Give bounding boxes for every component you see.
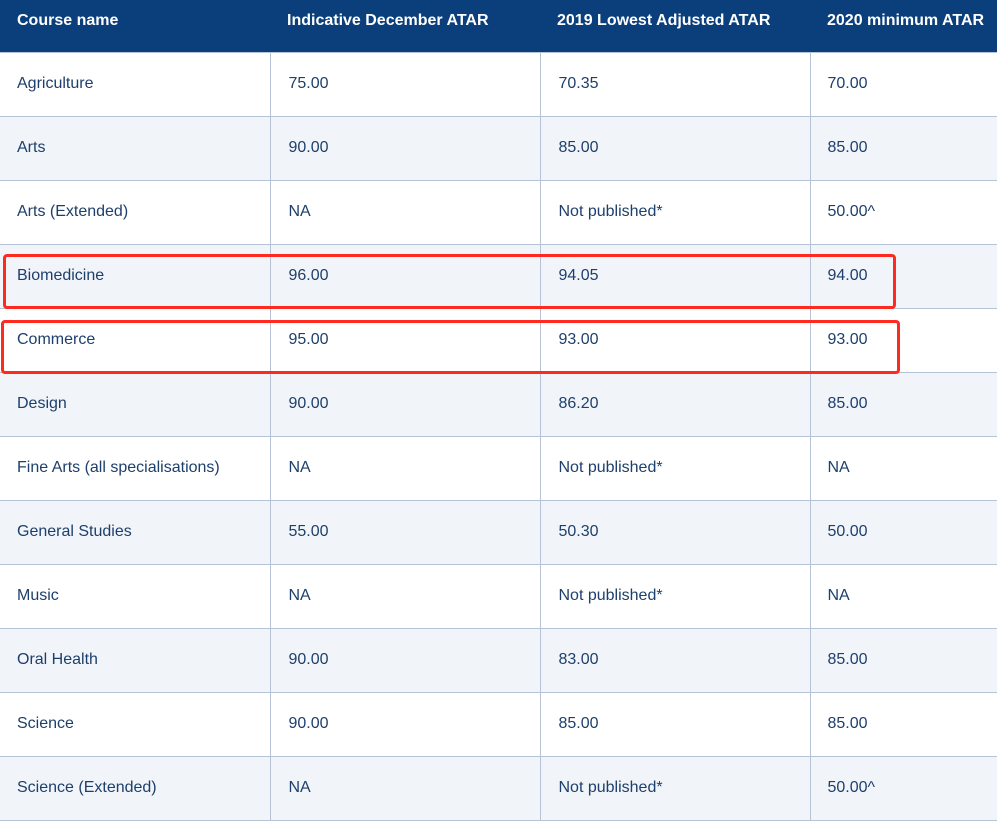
- table-row: Oral Health 90.00 83.00 85.00: [0, 627, 997, 693]
- indicative-atar-cell: 90.00: [269, 371, 540, 437]
- course-name-cell: Arts: [0, 115, 270, 181]
- indicative-atar-cell: 95.00: [269, 307, 540, 373]
- indicative-atar-cell: NA: [269, 179, 540, 245]
- course-name-cell: Music: [0, 563, 270, 629]
- lowest-adjusted-atar-cell: Not published*: [539, 755, 810, 821]
- lowest-adjusted-atar-cell: Not published*: [539, 435, 810, 501]
- minimum-atar-cell: NA: [809, 435, 997, 501]
- minimum-atar-cell: 85.00: [809, 627, 997, 693]
- lowest-adjusted-atar-cell: 86.20: [539, 371, 810, 437]
- course-name-cell: Commerce: [0, 307, 270, 373]
- table-row: Fine Arts (all specialisations) NA Not p…: [0, 435, 997, 501]
- minimum-atar-cell: 50.00^: [809, 755, 997, 821]
- table-body: Agriculture 75.00 70.35 70.00 Arts 90.00…: [0, 51, 997, 821]
- indicative-atar-cell: 90.00: [269, 115, 540, 181]
- indicative-atar-cell: 90.00: [269, 627, 540, 693]
- lowest-adjusted-atar-cell: 70.35: [539, 51, 810, 117]
- course-name-cell: Design: [0, 371, 270, 437]
- table-header: Course name Indicative December ATAR 201…: [0, 0, 997, 52]
- table-row: Design 90.00 86.20 85.00: [0, 371, 997, 437]
- indicative-atar-cell: 90.00: [269, 691, 540, 757]
- header-row: Course name Indicative December ATAR 201…: [0, 0, 997, 52]
- course-name-cell: Agriculture: [0, 51, 270, 117]
- lowest-adjusted-atar-cell: 93.00: [539, 307, 810, 373]
- course-name-cell: Science: [0, 691, 270, 757]
- indicative-atar-cell: 96.00: [269, 243, 540, 309]
- indicative-atar-cell: 75.00: [269, 51, 540, 117]
- course-name-cell: Fine Arts (all specialisations): [0, 435, 270, 501]
- course-name-cell: General Studies: [0, 499, 270, 565]
- lowest-adjusted-atar-cell: 85.00: [539, 691, 810, 757]
- minimum-atar-cell: 50.00: [809, 499, 997, 565]
- table-row: Arts (Extended) NA Not published* 50.00^: [0, 179, 997, 245]
- indicative-atar-cell: NA: [269, 755, 540, 821]
- header-2020-minimum-atar: 2020 minimum ATAR: [810, 0, 997, 52]
- header-course-name: Course name: [0, 0, 270, 52]
- minimum-atar-cell: 50.00^: [809, 179, 997, 245]
- minimum-atar-cell: 70.00: [809, 51, 997, 117]
- indicative-atar-cell: NA: [269, 435, 540, 501]
- course-name-cell: Arts (Extended): [0, 179, 270, 245]
- minimum-atar-cell: 93.00: [809, 307, 997, 373]
- table-row: Arts 90.00 85.00 85.00: [0, 115, 997, 181]
- indicative-atar-cell: NA: [269, 563, 540, 629]
- course-name-cell: Biomedicine: [0, 243, 270, 309]
- table-row: Agriculture 75.00 70.35 70.00: [0, 51, 997, 117]
- minimum-atar-cell: 85.00: [809, 691, 997, 757]
- course-name-cell: Oral Health: [0, 627, 270, 693]
- minimum-atar-cell: NA: [809, 563, 997, 629]
- table-row: Commerce 95.00 93.00 93.00: [0, 307, 997, 373]
- table-row: Science (Extended) NA Not published* 50.…: [0, 755, 997, 821]
- minimum-atar-cell: 85.00: [809, 115, 997, 181]
- course-name-cell: Science (Extended): [0, 755, 270, 821]
- lowest-adjusted-atar-cell: Not published*: [539, 179, 810, 245]
- lowest-adjusted-atar-cell: 83.00: [539, 627, 810, 693]
- header-indicative-december-atar: Indicative December ATAR: [270, 0, 540, 52]
- table-row: Biomedicine 96.00 94.05 94.00: [0, 243, 997, 309]
- lowest-adjusted-atar-cell: 85.00: [539, 115, 810, 181]
- table-row: General Studies 55.00 50.30 50.00: [0, 499, 997, 565]
- atar-table: Course name Indicative December ATAR 201…: [0, 0, 997, 821]
- indicative-atar-cell: 55.00: [269, 499, 540, 565]
- header-2019-lowest-adjusted-atar: 2019 Lowest Adjusted ATAR: [540, 0, 810, 52]
- lowest-adjusted-atar-cell: Not published*: [539, 563, 810, 629]
- table-row: Music NA Not published* NA: [0, 563, 997, 629]
- lowest-adjusted-atar-cell: 94.05: [539, 243, 810, 309]
- table-row: Science 90.00 85.00 85.00: [0, 691, 997, 757]
- minimum-atar-cell: 94.00: [809, 243, 997, 309]
- lowest-adjusted-atar-cell: 50.30: [539, 499, 810, 565]
- minimum-atar-cell: 85.00: [809, 371, 997, 437]
